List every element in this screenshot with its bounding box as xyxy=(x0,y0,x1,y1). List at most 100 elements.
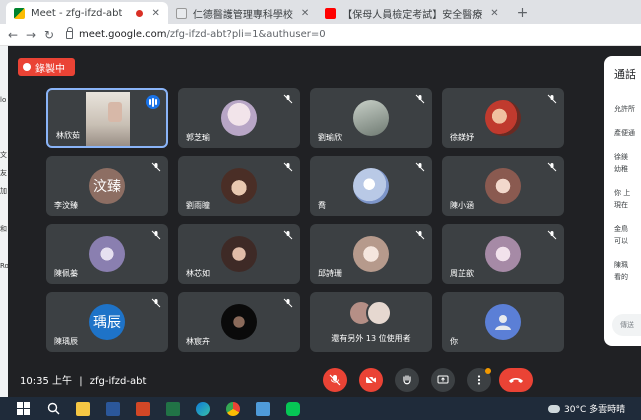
back-arrow-icon[interactable]: ← xyxy=(4,28,22,42)
record-dot-icon xyxy=(23,63,31,71)
weather-label: 30°C 多雲時晴 xyxy=(564,405,626,415)
more-options-button[interactable] xyxy=(467,368,491,392)
meeting-control-bar: 10:35 上午 | zfg-ifzd-abt xyxy=(8,362,641,397)
participant-tile[interactable]: 喬 xyxy=(310,156,432,216)
forward-arrow-icon[interactable]: → xyxy=(22,28,40,42)
close-icon[interactable]: ✕ xyxy=(151,8,159,19)
participant-tile[interactable]: 汶臻 李汶臻 xyxy=(46,156,168,216)
participant-name: 陳瑀辰 xyxy=(54,337,78,346)
participant-name: 喬 xyxy=(318,201,326,210)
present-button[interactable] xyxy=(431,368,455,392)
participant-name: 你 xyxy=(450,337,458,346)
participant-tile[interactable]: 劉瑜欣 xyxy=(310,88,432,148)
new-tab-button[interactable]: + xyxy=(507,2,539,24)
meet-window: 錄製中 林欣茹 郭芝瑜 劉瑜欣 徐鎂妤 汶臻 李汶臻 劉雨瞳 喬 陳小涵 陳佩蓁… xyxy=(8,46,641,397)
participant-initials-avatar: 汶臻 xyxy=(89,168,125,204)
participant-tile[interactable]: 徐鎂妤 xyxy=(442,88,564,148)
strip-text: lo xyxy=(0,96,7,104)
url-path: /zfg-ifzd-abt?pli=1&authuser=0 xyxy=(166,29,326,40)
store-icon[interactable] xyxy=(252,397,274,420)
tab-meet[interactable]: Meet - zfg-ifzd-abt ✕ xyxy=(6,2,168,24)
participant-avatar xyxy=(221,168,257,204)
mic-off-icon xyxy=(283,94,293,104)
participant-name: 周芷歆 xyxy=(450,269,474,278)
participant-tile[interactable]: 周芷歆 xyxy=(442,224,564,284)
camera-toggle-button[interactable] xyxy=(359,368,383,392)
powerpoint-icon[interactable] xyxy=(132,397,154,420)
participant-tile[interactable]: 劉雨瞳 xyxy=(178,156,300,216)
panel-message: 金鳥 xyxy=(614,225,628,233)
panel-message: 可以 xyxy=(614,237,628,245)
lock-icon xyxy=(66,26,73,39)
meet-favicon-icon xyxy=(14,7,25,19)
self-tile[interactable]: 你 xyxy=(442,292,564,352)
others-avatar-group xyxy=(348,300,394,326)
participant-name: 郭芝瑜 xyxy=(186,133,210,142)
line-icon[interactable] xyxy=(282,397,304,420)
raise-hand-button[interactable] xyxy=(395,368,419,392)
participant-tile[interactable]: 陳小涵 xyxy=(442,156,564,216)
participant-name: 林欣茹 xyxy=(56,131,80,140)
end-call-button[interactable] xyxy=(499,368,533,392)
file-explorer-icon[interactable] xyxy=(72,397,94,420)
participant-tile[interactable]: 邱詩珊 xyxy=(310,224,432,284)
self-avatar-icon xyxy=(485,304,521,340)
mic-off-icon xyxy=(329,374,341,386)
mic-off-icon xyxy=(151,230,161,240)
participant-avatar xyxy=(221,100,257,136)
search-icon[interactable] xyxy=(42,397,64,420)
youtube-favicon-icon xyxy=(325,7,337,19)
participant-tile[interactable]: 林芯如 xyxy=(178,224,300,284)
tab-youtube[interactable]: 【保母人員檢定考試】安全醫療 ✕ xyxy=(317,2,506,24)
separator: | xyxy=(79,376,83,387)
participant-name: 徐鎂妤 xyxy=(450,133,474,142)
participant-tile[interactable]: 林欣茹 xyxy=(46,88,168,148)
edge-icon[interactable] xyxy=(192,397,214,420)
mic-off-icon xyxy=(283,162,293,172)
strip-text: 加 xyxy=(0,187,7,195)
participant-tile[interactable]: 林宸卉 xyxy=(178,292,300,352)
notification-badge xyxy=(485,368,491,374)
participant-avatar xyxy=(221,236,257,272)
close-icon[interactable]: ✕ xyxy=(301,8,309,19)
participant-avatar xyxy=(353,168,389,204)
panel-message: 徐鎂 xyxy=(614,153,628,161)
mic-off-icon xyxy=(283,230,293,240)
chat-input[interactable]: 傳送 xyxy=(612,314,641,336)
mic-off-icon xyxy=(415,230,425,240)
browser-toolbar: ← → ↻ meet.google.com /zfg-ifzd-abt?pli=… xyxy=(0,24,641,46)
participant-avatar xyxy=(353,236,389,272)
panel-message: 陳珮 xyxy=(614,261,628,269)
mic-toggle-button[interactable] xyxy=(323,368,347,392)
tab-school[interactable]: 仁德醫護管理專科學校 ✕ xyxy=(168,2,317,24)
excel-icon[interactable] xyxy=(162,397,184,420)
panel-message: 產便通 xyxy=(614,129,635,137)
cloud-icon xyxy=(548,404,560,413)
panel-message: 現在 xyxy=(614,201,628,209)
meeting-time: 10:35 上午 xyxy=(20,376,72,387)
close-icon[interactable]: ✕ xyxy=(490,8,498,19)
weather-widget[interactable]: 30°C 多雲時晴 xyxy=(548,402,625,415)
reload-icon[interactable]: ↻ xyxy=(40,28,58,42)
others-tile[interactable]: 還有另外 13 位使用者 xyxy=(310,292,432,352)
background-window-strip: lo 文 友 加 和 Ro xyxy=(0,46,9,397)
participant-name: 陳小涵 xyxy=(450,201,474,210)
chrome-icon[interactable] xyxy=(222,397,244,420)
participant-avatar xyxy=(221,304,257,340)
url-host: meet.google.com xyxy=(79,29,167,40)
word-icon[interactable] xyxy=(102,397,124,420)
participant-avatar xyxy=(485,100,521,136)
tab-label: 【保母人員檢定考試】安全醫療 xyxy=(342,9,483,21)
participant-name: 林芯如 xyxy=(186,269,210,278)
windows-start-icon[interactable] xyxy=(12,397,34,420)
recording-badge[interactable]: 錄製中 xyxy=(18,58,75,76)
participant-tile[interactable]: 郭芝瑜 xyxy=(178,88,300,148)
participant-name: 劉瑜欣 xyxy=(318,133,342,142)
participant-tile[interactable]: 陳佩蓁 xyxy=(46,224,168,284)
camera-off-icon xyxy=(365,374,377,386)
panel-message: 看的 xyxy=(614,273,628,281)
participant-tile[interactable]: 瑀辰 陳瑀辰 xyxy=(46,292,168,352)
address-bar[interactable]: meet.google.com /zfg-ifzd-abt?pli=1&auth… xyxy=(66,26,641,43)
participant-avatar xyxy=(353,100,389,136)
mic-off-icon xyxy=(547,230,557,240)
